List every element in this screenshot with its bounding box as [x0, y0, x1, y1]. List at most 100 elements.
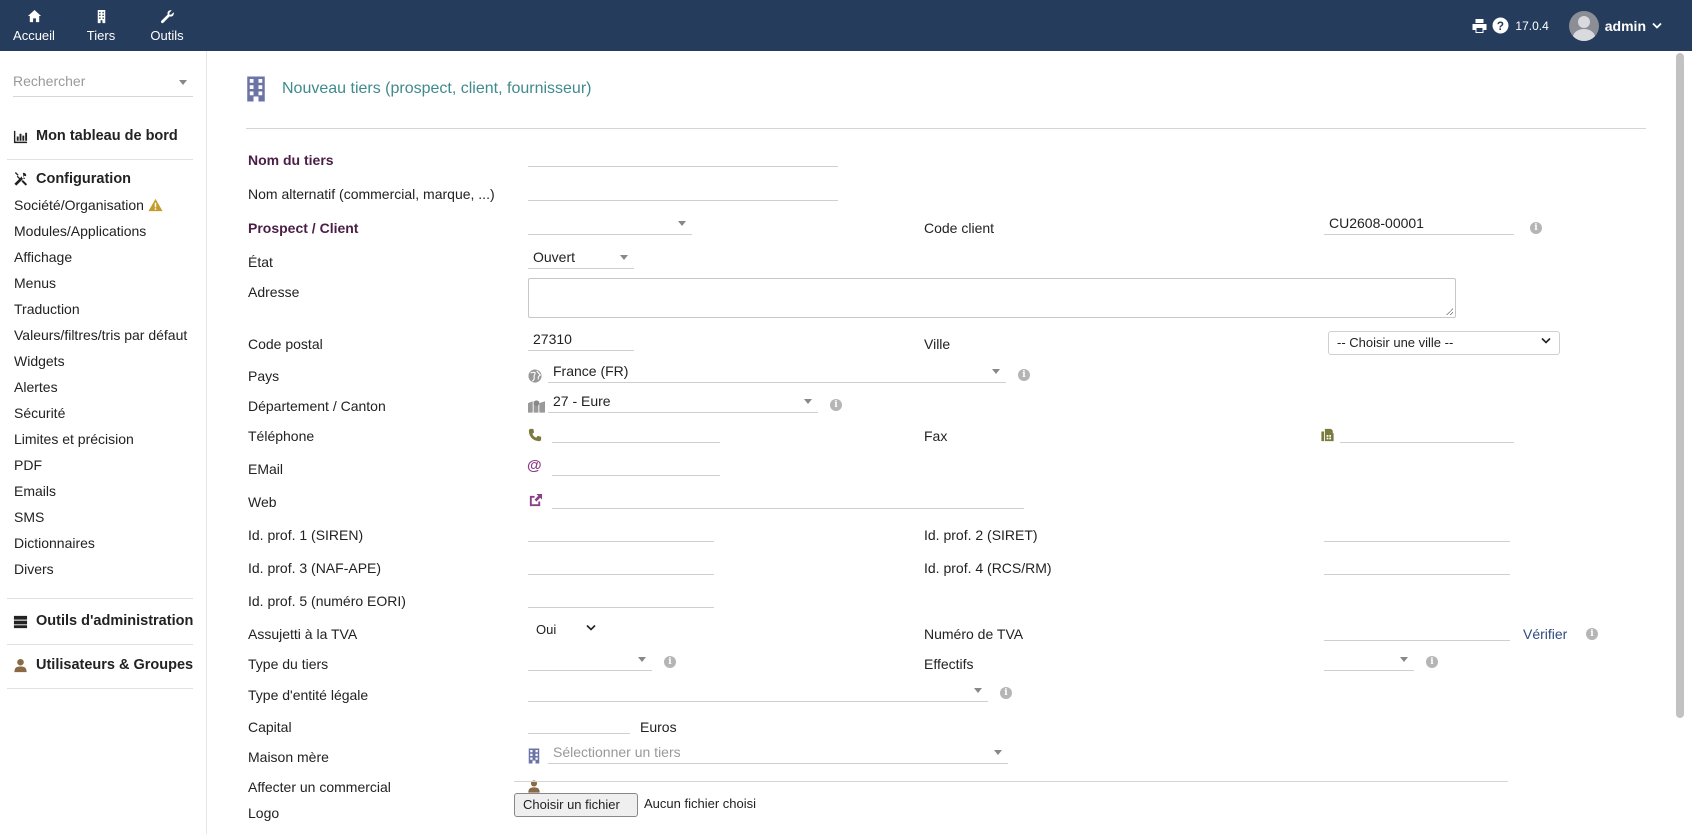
page-scrollbar[interactable]	[1668, 51, 1692, 834]
sidebar-item-affichage[interactable]: Affichage	[0, 244, 195, 270]
nav-outils[interactable]: Outils	[134, 0, 200, 51]
caret-down-icon	[638, 657, 646, 662]
nav-accueil[interactable]: Accueil	[0, 0, 68, 51]
prof2-input[interactable]	[1324, 518, 1510, 542]
capital-input[interactable]	[528, 710, 630, 734]
type-select[interactable]	[528, 647, 652, 671]
sidebar-item-widgets[interactable]: Widgets	[0, 348, 195, 374]
scrollbar-thumb[interactable]	[1676, 53, 1684, 718]
info-icon[interactable]: i	[1000, 687, 1012, 699]
main-content: Nouveau tiers (prospect, client, fournis…	[208, 51, 1668, 834]
state-value: Ouvert	[533, 249, 576, 265]
map-icon	[528, 400, 545, 413]
sidebar-item-pdf[interactable]: PDF	[0, 452, 195, 478]
staff-select[interactable]	[1324, 647, 1414, 671]
fax-input[interactable]	[1340, 419, 1514, 443]
avatar[interactable]	[1568, 10, 1599, 41]
country-label: Pays	[248, 368, 280, 384]
sidebar-item-modules[interactable]: Modules/Applications	[0, 218, 195, 244]
parent-placeholder: Sélectionner un tiers	[553, 744, 681, 760]
menu-dashboard: Mon tableau de bord	[0, 123, 207, 149]
sidebar-item-securite[interactable]: Sécurité	[0, 400, 195, 426]
help-icon[interactable]: ?	[1492, 17, 1509, 34]
nav-tiers[interactable]: Tiers	[68, 0, 134, 51]
prof4-input[interactable]	[1324, 551, 1510, 575]
caret-down-icon	[620, 255, 628, 260]
name-label: Nom du tiers	[248, 152, 334, 168]
state-select[interactable]: Ouvert	[528, 245, 634, 269]
prof5-input[interactable]	[528, 584, 714, 608]
verify-link[interactable]: Vérifier	[1523, 626, 1567, 642]
building-icon	[528, 748, 540, 764]
caret-down-icon	[804, 399, 812, 404]
parent-label: Maison mère	[248, 749, 329, 765]
sales-rep-divider	[514, 781, 1508, 782]
chevron-down-icon	[1541, 337, 1551, 344]
client-code-input[interactable]: CU2608-00001	[1324, 211, 1514, 235]
state-label: État	[248, 254, 273, 270]
menu-admin-tools-label: Outils d'administration	[36, 613, 194, 629]
username[interactable]: admin	[1605, 18, 1646, 34]
web-label: Web	[248, 494, 277, 510]
wrench-icon	[160, 9, 174, 23]
sidebar-item-valeurs[interactable]: Valeurs/filtres/tris par défaut	[0, 322, 195, 348]
menu-admin-tools: Outils d'administration	[0, 608, 207, 634]
sidebar-item-divers[interactable]: Divers	[0, 556, 195, 582]
legal-entity-select[interactable]	[528, 678, 988, 702]
caret-down-icon	[678, 221, 686, 226]
capital-label: Capital	[248, 719, 292, 735]
menu-dashboard-link[interactable]: Mon tableau de bord	[0, 123, 207, 149]
search-select[interactable]: Rechercher	[13, 73, 193, 97]
menu-configuration-label: Configuration	[36, 171, 132, 187]
warning-icon	[148, 198, 163, 212]
country-select[interactable]: France (FR)	[548, 359, 1006, 383]
menu-admin-tools-link[interactable]: Outils d'administration	[0, 608, 195, 634]
choose-file-button[interactable]: Choisir un fichier	[514, 793, 638, 817]
address-textarea[interactable]	[528, 278, 1456, 318]
alt-name-input[interactable]	[528, 177, 838, 201]
menu-configuration-link[interactable]: Configuration	[0, 166, 207, 192]
email-input[interactable]	[552, 452, 720, 476]
menu-separator	[7, 598, 193, 599]
sidebar-item-traduction[interactable]: Traduction	[0, 296, 195, 322]
prof2-label: Id. prof. 2 (SIRET)	[924, 527, 1038, 543]
info-icon[interactable]: i	[1530, 222, 1542, 234]
sidebar-item-menus[interactable]: Menus	[0, 270, 195, 296]
department-select[interactable]: 27 - Eure	[548, 389, 818, 413]
info-icon[interactable]: i	[664, 656, 676, 668]
sidebar-item-alertes[interactable]: Alertes	[0, 374, 195, 400]
name-input[interactable]	[528, 143, 838, 167]
sidebar-item-limites[interactable]: Limites et précision	[0, 426, 195, 452]
chevron-down-icon[interactable]	[1652, 22, 1662, 30]
sidebar-item-societe[interactable]: Société/Organisation	[0, 192, 195, 218]
header-divider	[246, 128, 1646, 129]
menu-users-groups-link[interactable]: Utilisateurs & Groupes	[0, 652, 195, 678]
info-icon[interactable]: i	[1018, 369, 1030, 381]
city-select[interactable]: -- Choisir une ville --	[1328, 331, 1560, 355]
sidebar-item-dictionnaires[interactable]: Dictionnaires	[0, 530, 195, 556]
parent-select[interactable]: Sélectionner un tiers	[548, 740, 1008, 764]
prof4-label: Id. prof. 4 (RCS/RM)	[924, 560, 1052, 576]
sidebar-item-sms[interactable]: SMS	[0, 504, 195, 530]
prof1-input[interactable]	[528, 518, 714, 542]
prospect-select[interactable]	[528, 211, 692, 235]
top-bar: Accueil Tiers Outils ? 17.0.4 admin	[0, 0, 1692, 51]
legal-entity-label: Type d'entité légale	[248, 687, 369, 703]
info-icon[interactable]: i	[830, 399, 842, 411]
info-icon[interactable]: i	[1586, 628, 1598, 640]
department-label: Département / Canton	[248, 398, 386, 414]
caret-down-icon	[179, 80, 187, 85]
caret-down-icon	[994, 750, 1002, 755]
vat-number-input[interactable]	[1324, 617, 1510, 641]
print-icon[interactable]	[1471, 18, 1488, 34]
phone-input[interactable]	[552, 419, 720, 443]
zip-input[interactable]: 27310	[528, 327, 634, 351]
web-input[interactable]	[552, 485, 1024, 509]
vat-number-label: Numéro de TVA	[924, 626, 1024, 642]
caret-down-icon	[992, 369, 1000, 374]
vat-subject-select[interactable]: Oui	[528, 619, 604, 643]
sidebar-item-emails[interactable]: Emails	[0, 478, 195, 504]
vat-subject-value: Oui	[536, 622, 557, 637]
prof3-input[interactable]	[528, 551, 714, 575]
info-icon[interactable]: i	[1426, 656, 1438, 668]
